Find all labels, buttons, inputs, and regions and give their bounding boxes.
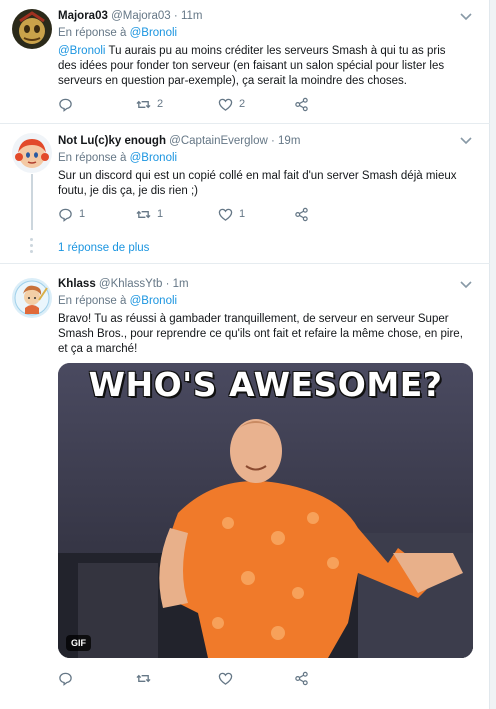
user-handle[interactable]: @KhlassYtb: [99, 278, 162, 290]
avatar[interactable]: [12, 278, 52, 318]
separator: ·: [173, 10, 178, 22]
show-more-replies-link[interactable]: 1 réponse de plus: [58, 242, 149, 254]
like-button[interactable]: 2: [218, 96, 245, 112]
like-button[interactable]: 1: [218, 206, 245, 222]
scrollbar[interactable]: [490, 0, 496, 709]
like-count: 1: [239, 208, 246, 220]
tweet-header: Khlass @KhlassYtb · 1m: [58, 278, 464, 295]
retweet-icon: [136, 210, 151, 218]
retweet-count: 1: [157, 208, 164, 220]
reply-button[interactable]: [58, 670, 79, 686]
reply-button[interactable]: 1: [58, 206, 85, 222]
reply-context-label: En réponse à: [58, 152, 130, 164]
retweet-button[interactable]: [136, 670, 157, 686]
display-name[interactable]: Not Lu(c)ky enough: [58, 135, 166, 147]
retweet-icon: [136, 674, 151, 682]
separator: ·: [165, 278, 170, 290]
reply-context-label: En réponse à: [58, 295, 130, 307]
thread-ellipsis: [30, 238, 33, 256]
tweet-captaineverglow[interactable]: Not Lu(c)ky enough @CaptainEverglow · 19…: [0, 124, 490, 264]
share-icon: [295, 97, 308, 111]
reply-feed: Majora03 @Majora03 · 11m En réponse à @B…: [0, 0, 490, 709]
tweet-body: Sur un discord qui est un copié collé en…: [58, 170, 457, 197]
like-icon: [218, 208, 233, 221]
avatar-image: [12, 9, 52, 49]
tweet-text: Sur un discord qui est un copié collé en…: [58, 169, 464, 199]
tweet-majora03[interactable]: Majora03 @Majora03 · 11m En réponse à @B…: [0, 0, 490, 124]
reply-button[interactable]: [58, 96, 79, 112]
reply-count: 1: [79, 208, 86, 220]
reply-mention-link[interactable]: @Bronoli: [130, 295, 177, 307]
tweet-text: Bravo! Tu as réussi à gambader tranquill…: [58, 312, 464, 357]
tweet-actions: 2 2: [58, 96, 358, 112]
gif-caption: WHO'S AWESOME?: [88, 365, 443, 404]
retweet-button[interactable]: 2: [136, 96, 163, 112]
tweet-text: @Bronoli Tu aurais pu au moins créditer …: [58, 44, 464, 89]
retweet-count: 2: [157, 98, 164, 110]
timestamp[interactable]: 11m: [181, 10, 203, 22]
reply-icon: [59, 672, 72, 686]
avatar[interactable]: [12, 133, 52, 173]
share-button[interactable]: [294, 670, 309, 686]
thread-line: [31, 174, 33, 230]
like-button[interactable]: [218, 670, 239, 686]
separator: ·: [270, 135, 275, 147]
share-icon: [295, 207, 308, 221]
avatar-image: [12, 278, 52, 318]
timestamp[interactable]: 1m: [173, 278, 189, 290]
reply-mention-link[interactable]: @Bronoli: [130, 152, 177, 164]
reply-context: En réponse à @Bronoli: [58, 27, 464, 43]
reply-context-label: En réponse à: [58, 27, 130, 39]
tweet-actions: 1 1 1: [58, 206, 358, 222]
tweet-actions: [58, 670, 358, 686]
gif-frame: [58, 363, 473, 658]
reply-mention-link[interactable]: @Bronoli: [130, 27, 177, 39]
reply-context: En réponse à @Bronoli: [58, 152, 464, 168]
like-icon: [218, 672, 233, 685]
retweet-icon: [136, 100, 151, 108]
display-name[interactable]: Majora03: [58, 10, 108, 22]
tweet-header: Not Lu(c)ky enough @CaptainEverglow · 19…: [58, 135, 464, 152]
display-name[interactable]: Khlass: [58, 278, 96, 290]
user-handle[interactable]: @Majora03: [111, 10, 171, 22]
share-button[interactable]: [294, 96, 309, 112]
tweet-body: Bravo! Tu as réussi à gambader tranquill…: [58, 313, 463, 355]
avatar[interactable]: [12, 9, 52, 49]
reply-context: En réponse à @Bronoli: [58, 295, 464, 311]
like-icon: [218, 98, 233, 111]
timestamp[interactable]: 19m: [278, 135, 300, 147]
mention-link[interactable]: @Bronoli: [58, 45, 105, 57]
share-icon: [295, 671, 308, 685]
tweet-body: Tu aurais pu au moins créditer les serve…: [58, 45, 446, 87]
avatar-image: [12, 133, 52, 173]
like-count: 2: [239, 98, 246, 110]
retweet-button[interactable]: 1: [136, 206, 163, 222]
reply-icon: [59, 208, 72, 222]
gif-badge: GIF: [66, 635, 91, 651]
user-handle[interactable]: @CaptainEverglow: [169, 135, 268, 147]
gif-media[interactable]: WHO'S AWESOME? GIF: [58, 363, 473, 658]
reply-icon: [59, 98, 72, 112]
share-button[interactable]: [294, 206, 309, 222]
tweet-header: Majora03 @Majora03 · 11m: [58, 10, 464, 27]
